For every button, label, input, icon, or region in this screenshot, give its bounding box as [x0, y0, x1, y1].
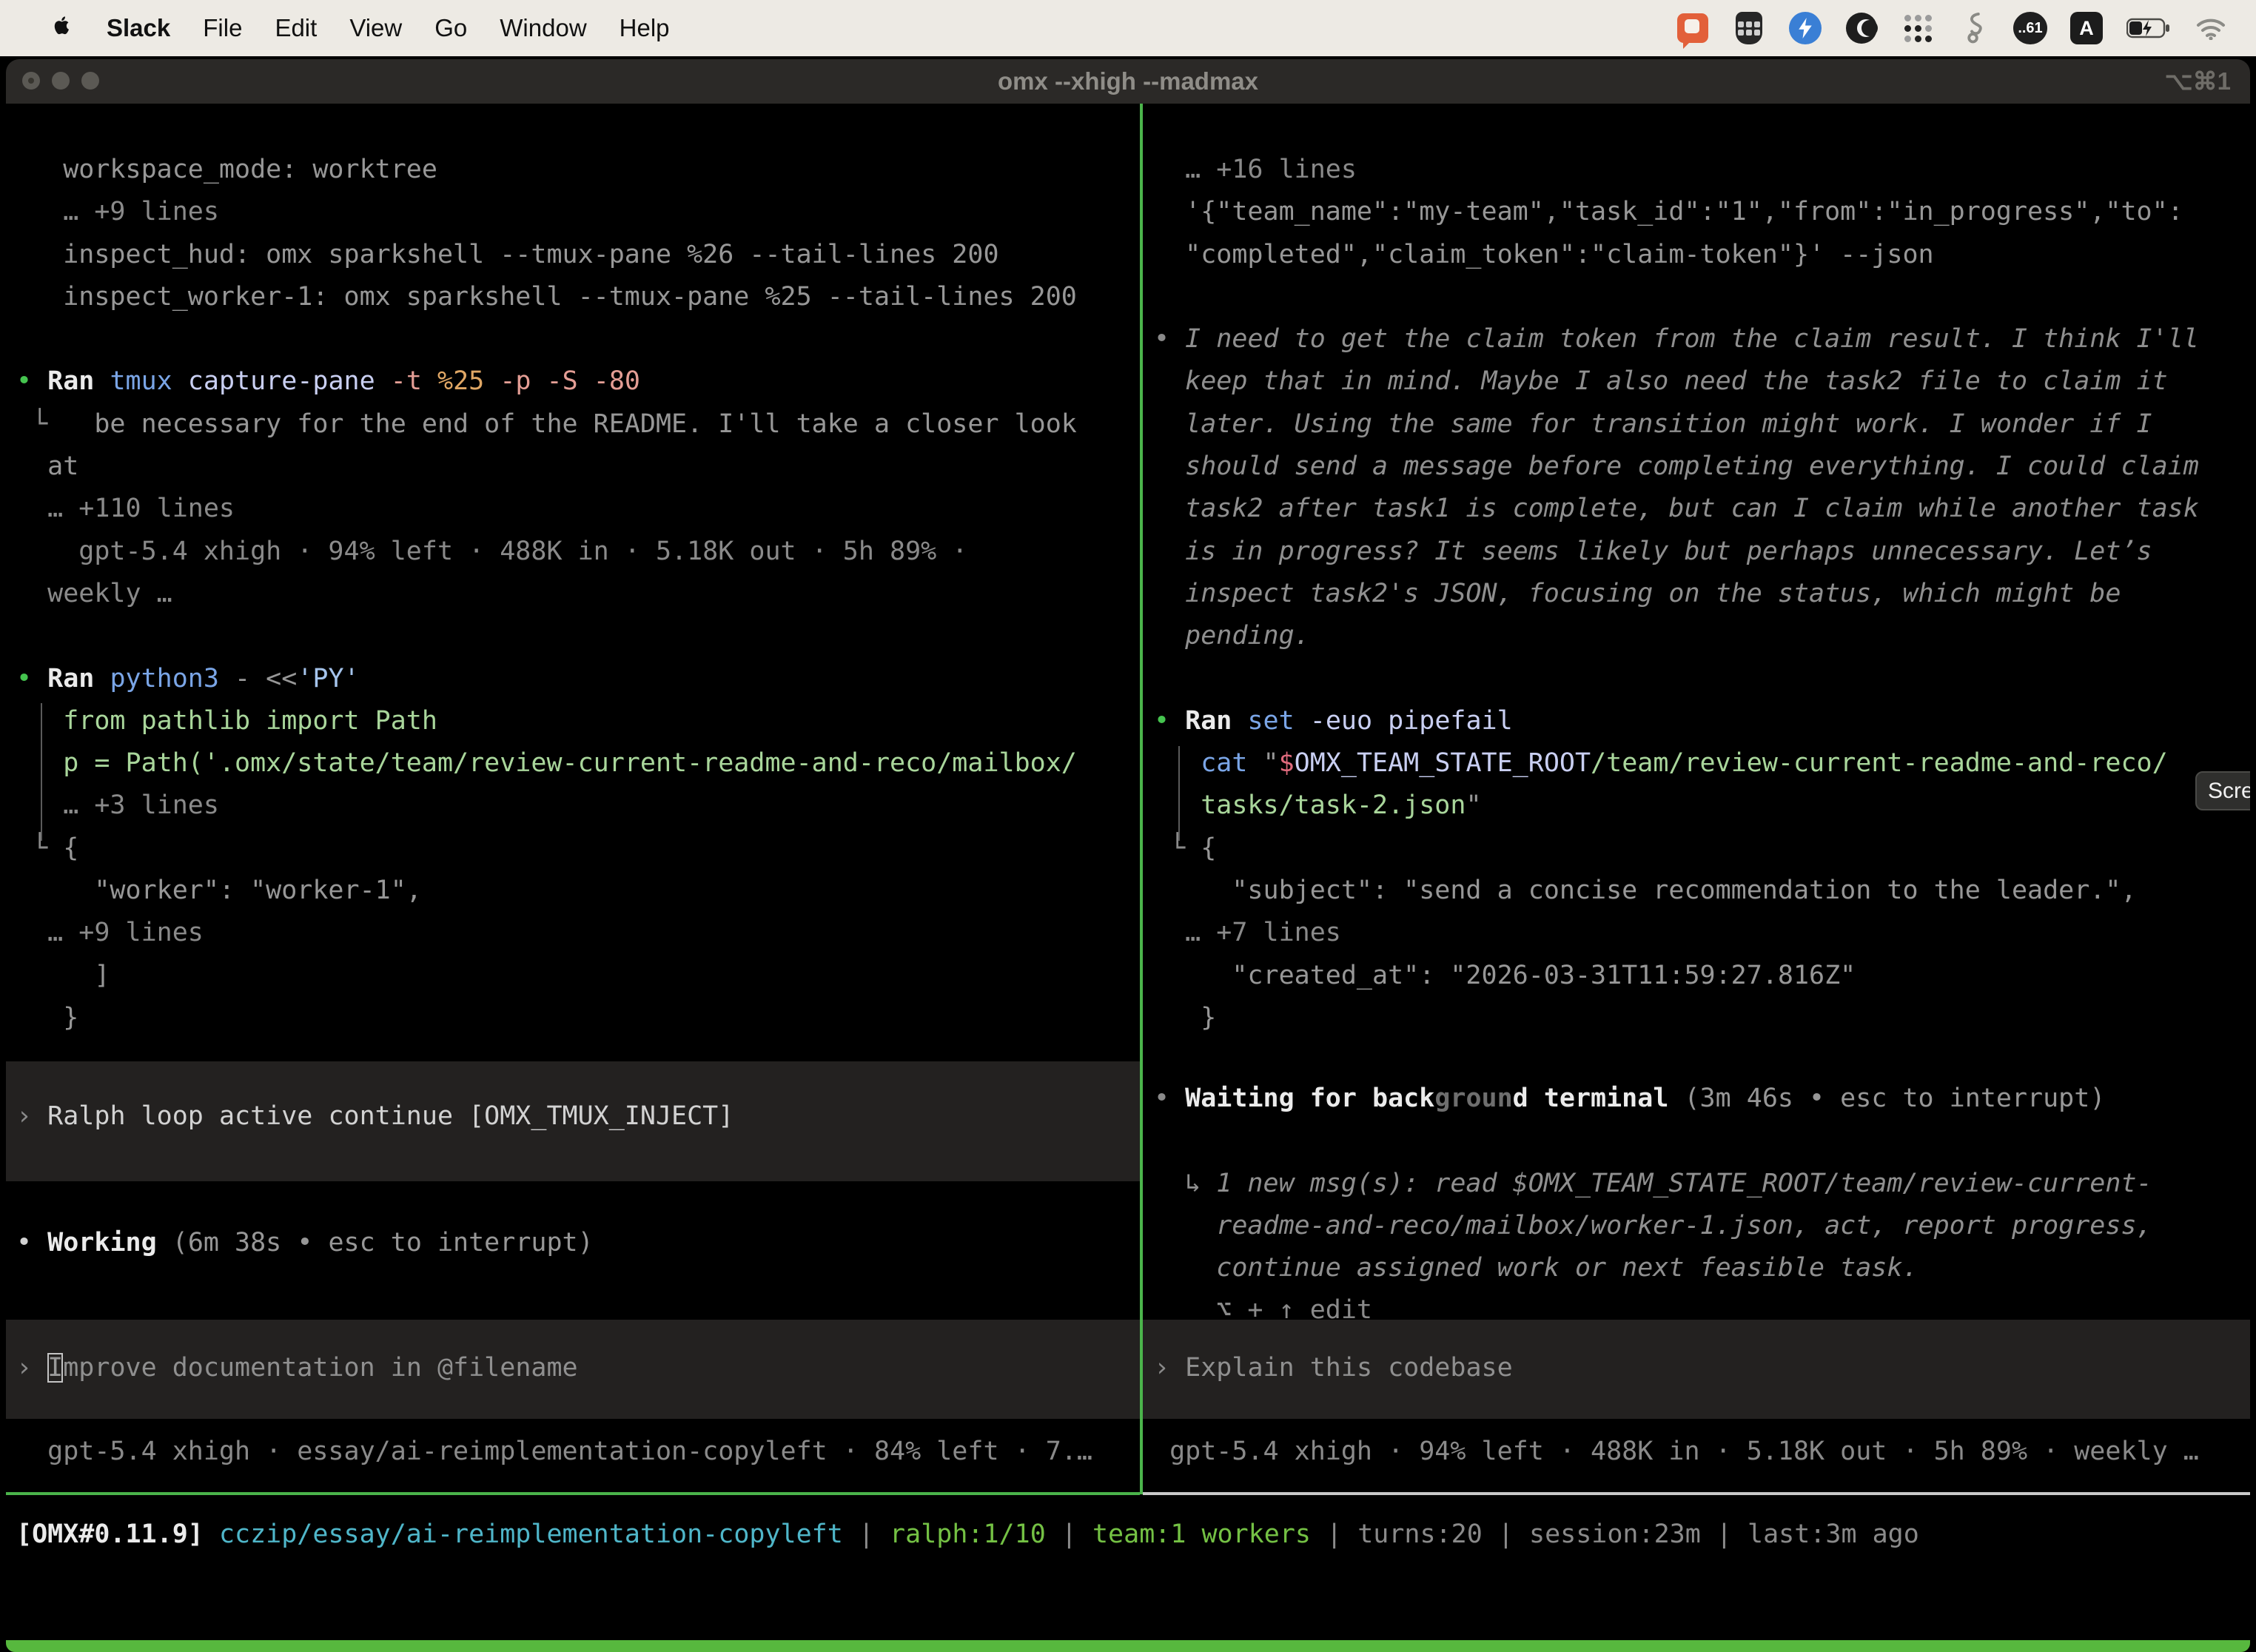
- menu-bar: Slack File Edit View Go Window Help ..61…: [0, 0, 2256, 56]
- terminal-line: › Explain this codebase: [1154, 1347, 2250, 1389]
- terminal-line: from pathlib import Path: [16, 700, 1140, 742]
- terminal-line: • Working (6m 38s • esc to interrupt): [16, 1222, 1140, 1264]
- terminal-line: └ {: [1154, 827, 2250, 870]
- apple-icon: [50, 11, 74, 39]
- terminal-line: [1154, 276, 2250, 318]
- terminal-line: inspect_hud: omx sparkshell --tmux-pane …: [16, 234, 1140, 276]
- dark-crescent-icon[interactable]: [1844, 11, 1879, 45]
- terminal-line: … +3 lines: [16, 785, 1140, 827]
- terminal-line: › Improve documentation in @filename: [16, 1347, 1140, 1389]
- ralph-loop-banner: › Ralph loop active continue [OMX_TMUX_I…: [6, 1061, 1140, 1181]
- terminal-line: └ be necessary for the end of the README…: [16, 403, 1140, 446]
- wifi-icon[interactable]: [2194, 11, 2228, 45]
- terminal-line: later. Using the same for transition mig…: [1154, 403, 2250, 446]
- terminal-line: ↳ 1 new msg(s): read $OMX_TEAM_STATE_ROO…: [1154, 1163, 2250, 1205]
- terminal-line: '{"team_name":"my-team","task_id":"1","f…: [1154, 191, 2250, 233]
- terminal-line: [1154, 658, 2250, 700]
- menu-item-go[interactable]: Go: [418, 14, 483, 42]
- terminal-line: keep that in mind. Maybe I also need the…: [1154, 360, 2250, 403]
- menu-item-file[interactable]: File: [187, 14, 258, 42]
- tmux-host-clock: "MacBook-Pro-44.local" 05:03 31-Mar-26: [1664, 1640, 2240, 1652]
- tmux-status-bar: [omx-cczip0:bash* "MacBook-Pro-44.local"…: [6, 1640, 2250, 1652]
- dots-grid-icon[interactable]: [1901, 11, 1935, 45]
- right-pane[interactable]: … +16 lines '{"team_name":"my-team","tas…: [1144, 149, 2250, 1039]
- terminal-line: … +7 lines: [1154, 912, 2250, 954]
- menu-item-view[interactable]: View: [333, 14, 418, 42]
- terminal-line: }: [1154, 997, 2250, 1039]
- input-source-icon[interactable]: A: [2069, 11, 2104, 45]
- terminal-line: readme-and-reco/mailbox/worker-1.json, a…: [1154, 1205, 2250, 1247]
- terminal-line: should send a message before completing …: [1154, 446, 2250, 488]
- terminal-line: p = Path('.omx/state/team/review-current…: [16, 742, 1140, 785]
- left-pane[interactable]: workspace_mode: worktree … +9 lines insp…: [6, 149, 1140, 1039]
- terminal-line: tasks/task-2.json": [1154, 785, 2250, 827]
- shield-grid-icon[interactable]: [1732, 11, 1766, 45]
- terminal-line: task2 after task1 is complete, but can I…: [1154, 488, 2250, 530]
- terminal-line: • Waiting for background terminal (3m 46…: [1154, 1078, 2250, 1120]
- window-shortcut-badge: ⌥⌘1: [2165, 59, 2231, 104]
- pane-status-right: gpt-5.4 xhigh · 94% left · 488K in · 5.1…: [1144, 1431, 2250, 1473]
- terminal-line: [OMX#0.11.9] cczip/essay/ai-reimplementa…: [16, 1514, 2250, 1556]
- terminal-line: workspace_mode: worktree: [16, 149, 1140, 191]
- text-cursor: I: [47, 1353, 63, 1383]
- tmux-session-label: [omx-cczip0:bash*: [16, 1640, 274, 1652]
- apple-menu[interactable]: [34, 11, 90, 45]
- terminal-line: "subject": "send a concise recommendatio…: [1154, 870, 2250, 912]
- terminal-line: ]: [16, 955, 1140, 997]
- terminal-line: … +110 lines: [16, 488, 1140, 530]
- terminal-line: "worker": "worker-1",: [16, 870, 1140, 912]
- terminal-line: continue assigned work or next feasible …: [1154, 1247, 2250, 1289]
- terminal-line: "created_at": "2026-03-31T11:59:27.816Z": [1154, 955, 2250, 997]
- blue-bolt-icon[interactable]: [1788, 11, 1822, 45]
- pane-divider[interactable]: [1140, 104, 1143, 1494]
- terminal-line: … +9 lines: [16, 191, 1140, 233]
- terminal-line: [1154, 1120, 2250, 1162]
- terminal-line: [16, 615, 1140, 657]
- working-status: • Working (6m 38s • esc to interrupt): [6, 1222, 1140, 1264]
- terminal-line: gpt-5.4 xhigh · essay/ai-reimplementatio…: [16, 1431, 1140, 1473]
- screenshot-tooltip: Scre: [2195, 771, 2250, 810]
- terminal-line: … +16 lines: [1154, 149, 2250, 191]
- terminal-line: • I need to get the claim token from the…: [1154, 318, 2250, 360]
- battery-charging-icon[interactable]: [2126, 11, 2172, 45]
- menu-item-window[interactable]: Window: [483, 14, 602, 42]
- terminal-line: weekly …: [16, 573, 1140, 615]
- terminal-line: • Ran python3 - <<'PY': [16, 658, 1140, 700]
- window-title-bar[interactable]: omx --xhigh --madmax ⌥⌘1: [6, 59, 2250, 104]
- window-title: omx --xhigh --madmax: [6, 59, 2250, 104]
- pane-status-left: gpt-5.4 xhigh · essay/ai-reimplementatio…: [6, 1431, 1140, 1473]
- terminal-line: … +9 lines: [16, 912, 1140, 954]
- prompt-input-right[interactable]: › Explain this codebase: [1142, 1320, 2250, 1419]
- output-bracket-line: [1178, 746, 1180, 841]
- prompt-input-left[interactable]: › Improve documentation in @filename: [6, 1320, 1140, 1419]
- omx-status-line: [OMX#0.11.9] cczip/essay/ai-reimplementa…: [6, 1514, 2250, 1556]
- waiting-status-block: • Waiting for background terminal (3m 46…: [1144, 1078, 2250, 1332]
- menu-item-app[interactable]: Slack: [90, 14, 187, 42]
- menu-item-edit[interactable]: Edit: [258, 14, 333, 42]
- terminal-line: cat "$OMX_TEAM_STATE_ROOT/team/review-cu…: [1154, 742, 2250, 785]
- terminal-line: }: [16, 997, 1140, 1039]
- terminal-line: [16, 318, 1140, 360]
- terminal-line: › Ralph loop active continue [OMX_TMUX_I…: [16, 1095, 1140, 1138]
- terminal-line: is in progress? It seems likely but perh…: [1154, 531, 2250, 573]
- squiggle-icon[interactable]: [1957, 11, 1991, 45]
- terminal-window: omx --xhigh --madmax ⌥⌘1 workspace_mode:…: [6, 59, 2250, 1652]
- terminal-line: inspect_worker-1: omx sparkshell --tmux-…: [16, 276, 1140, 318]
- menu-item-help[interactable]: Help: [603, 14, 686, 42]
- terminal-line: gpt-5.4 xhigh · 94% left · 488K in · 5.1…: [1154, 1431, 2250, 1473]
- chat-icon[interactable]: [1676, 11, 1710, 45]
- terminal-line: inspect task2's JSON, focusing on the st…: [1154, 573, 2250, 615]
- terminal-line: • Ran set -euo pipefail: [1154, 700, 2250, 742]
- terminal-line: └ {: [16, 827, 1140, 870]
- pane-border-inactive: [1143, 1492, 2250, 1495]
- terminal-line: pending.: [1154, 615, 2250, 657]
- terminal-line: at: [16, 446, 1140, 488]
- pane-border-active: [6, 1492, 1140, 1495]
- terminal-line: gpt-5.4 xhigh · 94% left · 488K in · 5.1…: [16, 531, 1140, 573]
- countdown-icon[interactable]: ..61: [2013, 11, 2047, 45]
- output-bracket-line: [41, 703, 42, 841]
- terminal-line: • Ran tmux capture-pane -t %25 -p -S -80: [16, 360, 1140, 403]
- terminal-content: workspace_mode: worktree … +9 lines insp…: [6, 104, 2250, 1652]
- terminal-line: "completed","claim_token":"claim-token"}…: [1154, 234, 2250, 276]
